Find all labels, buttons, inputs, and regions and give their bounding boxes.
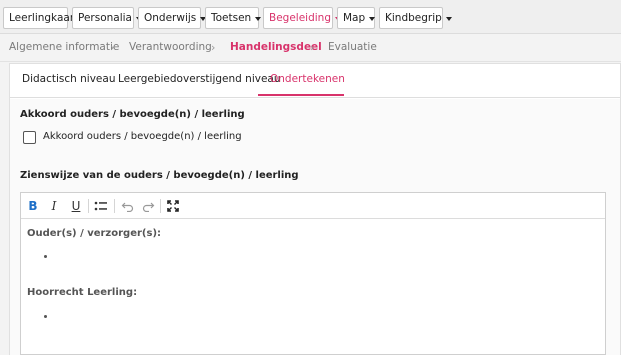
underline-button[interactable]: U <box>67 197 85 215</box>
caret-down-icon <box>255 16 262 21</box>
breadcrumb-algemene-informatie[interactable]: Algemene informatie <box>9 41 119 53</box>
breadcrumb-separator: › <box>310 41 315 54</box>
nav-begeleiding[interactable]: Begeleiding <box>263 7 341 29</box>
rich-text-editor: B I U Ouder(s) / verzorger(s): Hoorrecht… <box>20 192 606 355</box>
italic-button[interactable]: I <box>45 197 63 215</box>
breadcrumb-separator: › <box>211 41 216 54</box>
redo-icon[interactable] <box>139 197 157 215</box>
breadcrumb-handelingsdeel[interactable]: Handelingsdeel <box>230 41 322 53</box>
bullet-list-icon[interactable] <box>92 197 110 215</box>
top-navigation: Leerlingkaart Personalia Onderwijs Toets… <box>0 0 621 34</box>
nav-label: Begeleiding <box>269 12 331 24</box>
tab-ondertekenen[interactable]: Ondertekenen <box>270 73 345 85</box>
undo-icon[interactable] <box>118 197 136 215</box>
agreement-checkbox-label[interactable]: Akkoord ouders / bevoegde(n) / leerling <box>43 131 242 142</box>
breadcrumb-evaluatie[interactable]: Evaluatie <box>328 41 377 53</box>
opinion-title: Zienswijze van de ouders / bevoegde(n) /… <box>20 170 299 181</box>
nav-personalia[interactable]: Personalia <box>72 7 142 29</box>
breadcrumb: Algemene informatie › Verantwoording › H… <box>0 35 621 62</box>
nav-label: Map <box>343 12 366 24</box>
tab-bar: Didactisch niveau Leergebiedoverstijgend… <box>10 64 620 98</box>
editor-heading-ouders: Ouder(s) / verzorger(s): <box>27 228 162 239</box>
toolbar-divider <box>88 199 89 213</box>
nav-label: Toetsen <box>211 12 252 24</box>
nav-toetsen[interactable]: Toetsen <box>205 7 262 29</box>
fullscreen-icon[interactable] <box>164 197 182 215</box>
editor-content[interactable]: Ouder(s) / verzorger(s): Hoorrecht Leerl… <box>21 220 605 355</box>
nav-label: Personalia <box>78 12 132 24</box>
list-bullet <box>44 315 47 318</box>
editor-heading-hoorrecht: Hoorrecht Leerling: <box>27 287 138 298</box>
breadcrumb-separator: › <box>110 41 115 54</box>
list-bullet <box>44 255 47 258</box>
nav-label: Kindbegrip <box>385 12 442 24</box>
tab-content: Akkoord ouders / bevoegde(n) / leerling … <box>10 99 620 355</box>
agreement-checkbox[interactable] <box>23 131 36 144</box>
editor-toolbar: B I U <box>21 193 605 219</box>
bold-button[interactable]: B <box>24 197 42 215</box>
nav-label: Onderwijs <box>144 12 197 24</box>
caret-down-icon <box>369 16 376 21</box>
nav-map[interactable]: Map <box>337 7 376 29</box>
caret-down-icon <box>445 16 452 21</box>
nav-onderwijs[interactable]: Onderwijs <box>138 7 207 29</box>
main-panel: Didactisch niveau Leergebiedoverstijgend… <box>9 63 621 355</box>
nav-label: Leerlingkaart <box>9 12 79 24</box>
tab-leergebiedoverstijgend-niveau[interactable]: Leergebiedoverstijgend niveau <box>118 73 281 85</box>
nav-kindbegrip[interactable]: Kindbegrip <box>379 7 452 29</box>
active-tab-indicator <box>258 94 344 96</box>
breadcrumb-verantwoording[interactable]: Verantwoording <box>129 41 212 53</box>
toolbar-divider <box>160 199 161 213</box>
tab-didactisch-niveau[interactable]: Didactisch niveau <box>22 73 115 85</box>
agreement-title: Akkoord ouders / bevoegde(n) / leerling <box>20 109 245 120</box>
nav-leerlingkaart[interactable]: Leerlingkaart <box>3 7 78 29</box>
toolbar-divider <box>114 199 115 213</box>
